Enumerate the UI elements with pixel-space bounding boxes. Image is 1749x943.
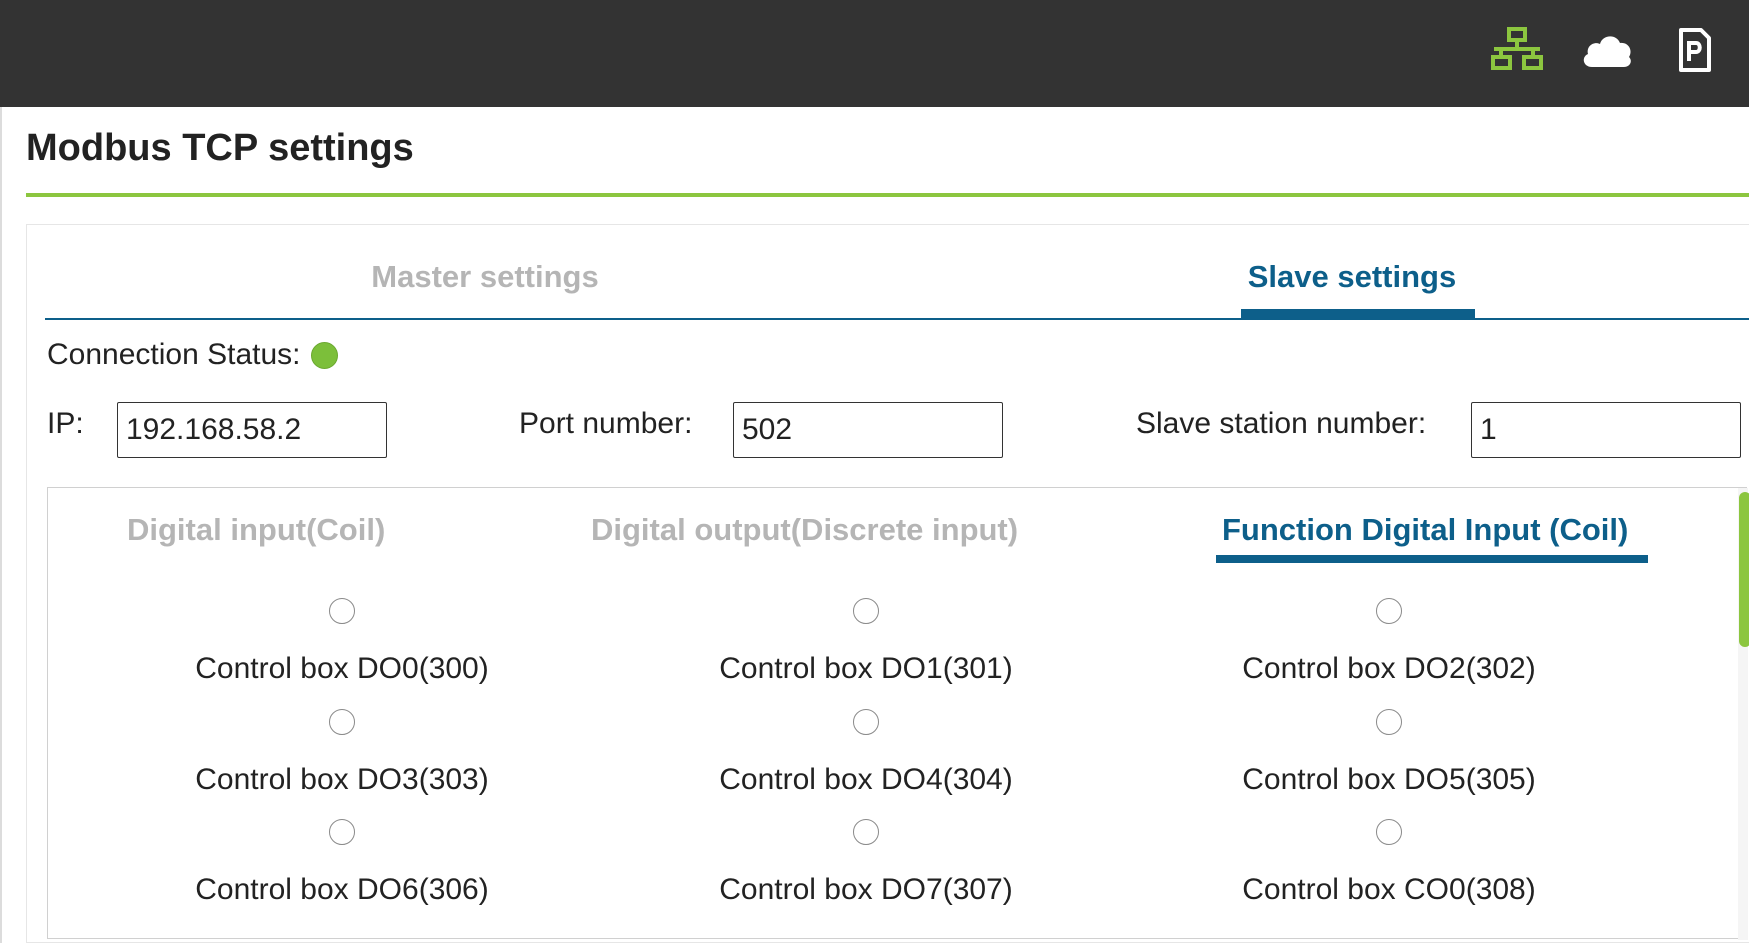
tab-digital-output[interactable]: Digital output(Discrete input) — [591, 512, 1018, 548]
ip-label: IP: — [47, 407, 84, 440]
tab-digital-input[interactable]: Digital input(Coil) — [127, 512, 385, 548]
option-label: Control box DO6(306) — [195, 873, 489, 906]
option-item[interactable]: Control box DO5(305) — [1139, 709, 1639, 797]
active-tab-indicator — [1241, 309, 1475, 320]
radio-button[interactable] — [853, 819, 879, 845]
option-label: Control box DO3(303) — [195, 763, 489, 796]
page-title: Modbus TCP settings — [26, 127, 414, 169]
tab-function-digital-input[interactable]: Function Digital Input (Coil) — [1222, 512, 1628, 548]
option-item[interactable]: Control box DO1(301) — [616, 598, 1116, 686]
connection-status-indicator — [310, 341, 338, 369]
settings-panel: Master settings Slave settings Connectio… — [26, 224, 1749, 943]
radio-button[interactable] — [1376, 598, 1402, 624]
radio-button[interactable] — [329, 819, 355, 845]
option-item[interactable]: Control box DO7(307) — [616, 819, 1116, 907]
option-label: Control box DO2(302) — [1242, 652, 1536, 685]
ip-input[interactable] — [117, 402, 387, 458]
option-item[interactable]: Control box DO0(300) — [92, 598, 592, 686]
page: Modbus TCP settings Master settings Slav… — [0, 107, 1749, 943]
option-label: Control box CO0(308) — [1242, 873, 1536, 906]
option-label: Control box DO7(307) — [719, 873, 1013, 906]
radio-button[interactable] — [1376, 709, 1402, 735]
settings-tabs: Master settings Slave settings — [45, 225, 1749, 320]
option-item[interactable]: Control box DO3(303) — [92, 709, 592, 797]
option-item[interactable]: Control box DO4(304) — [616, 709, 1116, 797]
option-label: Control box DO1(301) — [719, 652, 1013, 685]
radio-button[interactable] — [1376, 819, 1402, 845]
port-number-input[interactable] — [733, 402, 1003, 458]
io-mapping-panel: Digital input(Coil) Digital output(Discr… — [47, 487, 1749, 940]
connection-status: Connection Status: — [47, 338, 338, 372]
active-subtab-indicator — [1216, 555, 1648, 563]
port-number-label: Port number: — [519, 407, 693, 440]
tab-master-settings[interactable]: Master settings — [345, 259, 625, 295]
tab-slave-settings[interactable]: Slave settings — [1233, 259, 1471, 295]
option-item[interactable]: Control box DO2(302) — [1139, 598, 1639, 686]
slave-station-number-label: Slave station number: — [1136, 407, 1427, 440]
radio-button[interactable] — [329, 709, 355, 735]
scrollbar-thumb[interactable] — [1739, 492, 1749, 647]
radio-button[interactable] — [853, 709, 879, 735]
option-item[interactable]: Control box DO6(306) — [92, 819, 592, 907]
top-bar — [0, 0, 1749, 107]
option-label: Control box DO5(305) — [1242, 763, 1536, 796]
network-icon[interactable] — [1490, 27, 1544, 73]
slave-station-number-input[interactable] — [1471, 402, 1741, 458]
option-label: Control box DO0(300) — [195, 652, 489, 685]
cloud-icon[interactable] — [1580, 27, 1634, 73]
radio-button[interactable] — [329, 598, 355, 624]
radio-button[interactable] — [853, 598, 879, 624]
option-item[interactable]: Control box CO0(308) — [1139, 819, 1639, 907]
document-p-icon[interactable] — [1667, 27, 1721, 73]
option-label: Control box DO4(304) — [719, 763, 1013, 796]
title-divider — [26, 193, 1749, 197]
connection-status-label: Connection Status: — [47, 338, 301, 371]
